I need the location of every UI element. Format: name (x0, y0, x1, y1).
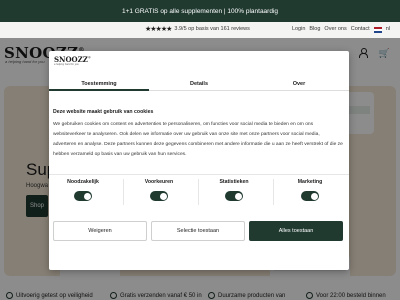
top-links: Login Blog Over ons Contact nl (292, 26, 390, 33)
rating-bar: ★★★★★ 3.9/5 op basis van 161 reviews Log… (0, 22, 400, 38)
star-rating-icon: ★★★★★ (145, 26, 172, 33)
preferences-switch[interactable] (150, 191, 168, 201)
login-link[interactable]: Login (292, 26, 305, 33)
toggle-label: Statistieken (219, 179, 249, 185)
language-link[interactable]: nl (386, 26, 390, 33)
allow-all-button[interactable]: Alles toestaan (249, 221, 343, 241)
necessary-switch[interactable] (74, 191, 92, 201)
consent-tabs: Toestemming Details Over (49, 77, 349, 91)
toggle-statistics: Statistieken (209, 179, 259, 201)
divider (273, 179, 274, 205)
statistics-switch[interactable] (225, 191, 243, 201)
toggle-preferences: Voorkeuren (134, 179, 184, 201)
rating-text: 3.9/5 op basis van 161 reviews (174, 26, 250, 32)
dialog-registered-mark: ® (87, 55, 91, 60)
tab-details[interactable]: Details (149, 77, 249, 90)
about-link[interactable]: Over ons (324, 26, 346, 33)
nl-flag-icon[interactable] (373, 27, 382, 33)
tab-toestemming[interactable]: Toestemming (49, 77, 149, 91)
contact-link[interactable]: Contact (351, 26, 370, 33)
blog-link[interactable]: Blog (309, 26, 320, 33)
divider (198, 179, 199, 205)
tab-over[interactable]: Over (249, 77, 349, 90)
toggle-necessary: Noodzakelijk (58, 179, 108, 201)
toggle-marketing: Marketing (285, 179, 335, 201)
toggle-label: Voorkeuren (144, 179, 174, 185)
consent-heading: Deze website maakt gebruik van cookies (53, 109, 154, 115)
deny-button[interactable]: Weigeren (53, 221, 147, 241)
divider (49, 174, 349, 175)
toggle-label: Noodzakelijk (67, 179, 99, 185)
marketing-switch[interactable] (301, 191, 319, 201)
toggle-label: Marketing (297, 179, 323, 185)
cookie-consent-dialog: SNOOZZ® a helping hand for you Toestemmi… (49, 51, 349, 270)
allow-selection-button[interactable]: Selectie toestaan (151, 221, 245, 241)
promo-bar: 1+1 GRATIS op alle supplementen | 100% p… (0, 0, 400, 22)
dialog-logo-tagline: a helping hand for you (54, 63, 79, 66)
consent-body: We gebruiken cookies om content en adver… (53, 122, 343, 157)
promo-text: 1+1 GRATIS op alle supplementen | 100% p… (121, 7, 279, 15)
divider (123, 179, 124, 205)
rating-summary[interactable]: ★★★★★ 3.9/5 op basis van 161 reviews (145, 25, 250, 33)
